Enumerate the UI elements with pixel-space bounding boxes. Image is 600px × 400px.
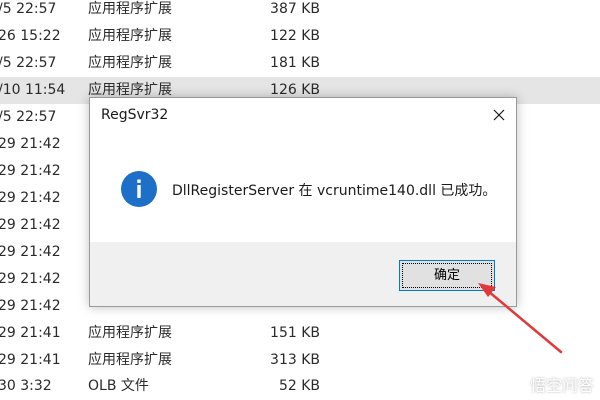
file-date: 29 21:41 xyxy=(0,325,61,341)
file-date: 29 21:42 xyxy=(0,163,61,179)
file-date: 29 21:42 xyxy=(0,298,61,314)
dialog-message: DllRegisterServer 在 vcruntime140.dll 已成功… xyxy=(172,183,497,199)
watermark-text: 悟空问答 xyxy=(529,376,594,395)
file-size: 313 KB xyxy=(270,352,320,368)
file-row[interactable]: /5 22:57 应用程序扩展 387 KB xyxy=(0,0,600,23)
watermark: 悟空问答 xyxy=(506,372,594,396)
file-type: 应用程序扩展 xyxy=(88,325,172,341)
wukong-logo-icon xyxy=(506,374,526,394)
close-icon[interactable] xyxy=(488,104,510,126)
file-type: OLB 文件 xyxy=(88,378,149,394)
file-date: 29 21:42 xyxy=(0,190,61,206)
file-date: /10 11:54 xyxy=(0,82,66,98)
file-size: 181 KB xyxy=(270,55,320,71)
file-date: 29 21:42 xyxy=(0,136,61,152)
file-row[interactable]: 29 21:41 应用程序扩展 313 KB xyxy=(0,347,600,374)
file-size: 52 KB xyxy=(278,378,320,394)
file-type: 应用程序扩展 xyxy=(88,352,172,368)
file-date: 26 15:22 xyxy=(0,28,61,44)
info-icon xyxy=(120,170,158,208)
file-date: 29 21:42 xyxy=(0,271,61,287)
ok-button-label: 确定 xyxy=(433,268,460,283)
file-row[interactable]: 26 15:22 应用程序扩展 122 KB xyxy=(0,23,600,50)
file-date: 29 21:42 xyxy=(0,217,61,233)
file-date: 29 21:42 xyxy=(0,244,61,260)
dialog-title: RegSvr32 xyxy=(101,107,169,123)
file-type: 应用程序扩展 xyxy=(88,1,172,17)
file-row[interactable]: 29 21:41 应用程序扩展 151 KB xyxy=(0,320,600,347)
file-date: /5 22:57 xyxy=(0,55,57,71)
file-size: 387 KB xyxy=(270,1,320,17)
ok-button[interactable]: 确定 xyxy=(399,260,495,291)
file-date: 29 21:41 xyxy=(0,352,61,368)
file-type: 应用程序扩展 xyxy=(88,55,172,71)
file-date: /5 22:57 xyxy=(0,109,57,125)
dialog-titlebar[interactable]: RegSvr32 xyxy=(90,98,516,134)
file-date: 30 3:32 xyxy=(0,378,52,394)
file-size: 122 KB xyxy=(270,28,320,44)
regsvr32-dialog: RegSvr32 DllRegisterServer 在 vcruntime14… xyxy=(89,97,517,307)
file-row[interactable]: /5 22:57 应用程序扩展 181 KB xyxy=(0,50,600,77)
file-date: /5 22:57 xyxy=(0,1,57,17)
file-type: 应用程序扩展 xyxy=(88,28,172,44)
file-size: 151 KB xyxy=(270,325,320,341)
